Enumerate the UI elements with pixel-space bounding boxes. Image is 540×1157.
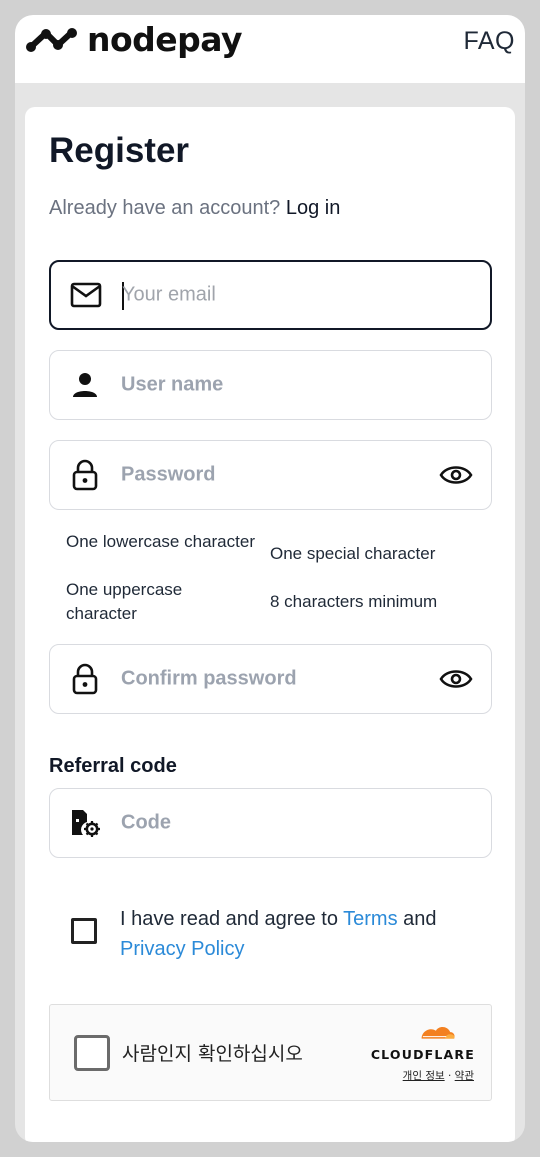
privacy-policy-link[interactable]: Privacy Policy xyxy=(120,938,244,960)
agreement-prefix: I have read and agree to xyxy=(120,908,344,930)
referral-label: Referral code xyxy=(49,755,177,777)
mail-icon xyxy=(69,278,103,312)
agreement-text: I have read and agree to Terms and Priva… xyxy=(120,904,480,964)
rule-minimum: 8 characters minimum xyxy=(270,592,438,611)
login-link[interactable]: Log in xyxy=(286,197,341,219)
eye-icon[interactable] xyxy=(439,662,473,696)
cloudflare-cloud-icon xyxy=(421,1027,455,1039)
user-icon xyxy=(68,368,102,402)
login-prompt-text: Already have an account? xyxy=(49,197,286,219)
agreement-middle: and xyxy=(397,908,437,930)
captcha-separator: · xyxy=(447,1070,452,1082)
confirm-password-placeholder: Confirm password xyxy=(121,667,297,690)
password-placeholder: Password xyxy=(121,463,216,486)
cloudflare-wordmark: CLOUDFLARE xyxy=(370,1047,475,1062)
rule-lowercase: One lowercase character xyxy=(66,532,255,551)
eye-icon[interactable] xyxy=(439,458,473,492)
referral-placeholder: Code xyxy=(121,811,171,834)
top-header: nodepay FAQ xyxy=(15,15,525,83)
referral-code-icon xyxy=(68,806,102,840)
captcha-links: 개인 정보 · 약관 xyxy=(403,1068,474,1083)
app-frame: nodepay FAQ Register Already have an acc… xyxy=(15,15,525,1142)
rule-uppercase: One uppercase character xyxy=(66,580,183,623)
page-title: Register xyxy=(49,131,190,170)
captcha-label: 사람인지 확인하십시오 xyxy=(122,1043,303,1065)
captcha-checkbox[interactable] xyxy=(74,1035,110,1071)
terms-link[interactable]: Terms xyxy=(343,908,397,930)
lock-icon xyxy=(68,662,102,696)
captcha-privacy-link[interactable]: 개인 정보 xyxy=(403,1070,445,1082)
referral-code-field[interactable]: Code xyxy=(49,788,492,858)
captcha-widget: 사람인지 확인하십시오 CLOUDFLARE 개인 정보 · 약관 xyxy=(49,1004,492,1101)
lock-icon xyxy=(68,458,102,492)
agree-checkbox[interactable] xyxy=(71,918,97,944)
password-field[interactable]: Password xyxy=(49,440,492,510)
faq-link[interactable]: FAQ xyxy=(463,27,515,56)
brand-name: nodepay xyxy=(87,20,243,59)
confirm-password-field[interactable]: Confirm password xyxy=(49,644,492,714)
nodepay-logo-icon xyxy=(26,28,77,52)
login-prompt: Already have an account? Log in xyxy=(49,197,340,220)
brand-logo[interactable]: nodepay xyxy=(25,20,243,59)
username-placeholder: User name xyxy=(121,373,224,396)
username-field[interactable]: User name xyxy=(49,350,492,420)
captcha-terms-link[interactable]: 약관 xyxy=(455,1070,474,1082)
rule-special: One special character xyxy=(270,544,436,563)
register-card: Register Already have an account? Log in… xyxy=(25,107,515,1142)
email-placeholder: Your email xyxy=(122,283,216,306)
email-field[interactable]: Your email xyxy=(49,260,492,330)
